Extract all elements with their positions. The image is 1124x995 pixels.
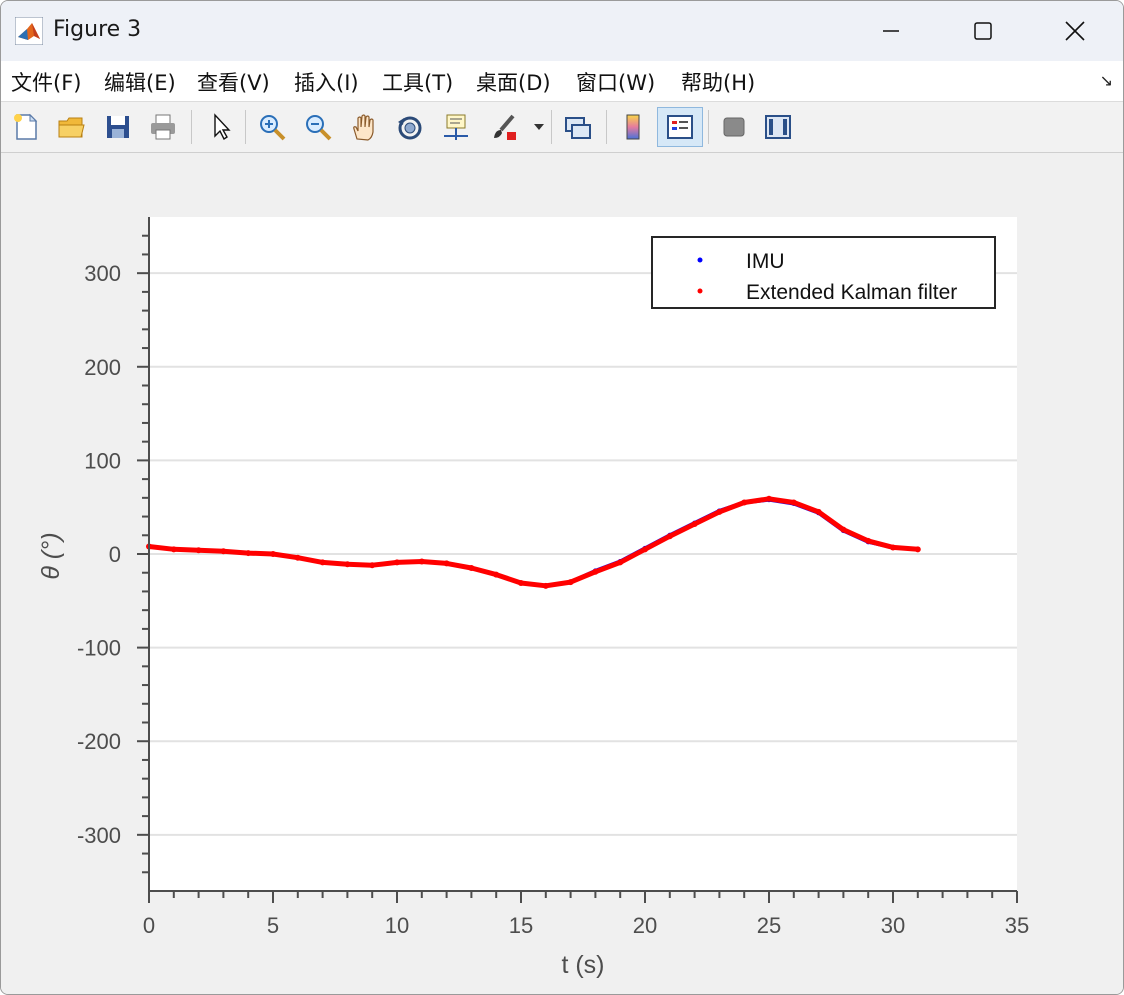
y-tick-label: 100 xyxy=(84,448,121,473)
x-tick-label: 15 xyxy=(509,913,533,938)
link-plot-icon[interactable] xyxy=(559,108,597,146)
menu-insert[interactable]: 插入(I) xyxy=(294,67,359,97)
title-bar: Figure 3 xyxy=(1,1,1123,61)
data-point xyxy=(617,559,624,566)
y-tick-label: 200 xyxy=(84,355,121,380)
maximize-icon xyxy=(974,22,992,40)
dock-arrow-icon[interactable]: ↘ xyxy=(1100,71,1113,90)
data-point xyxy=(890,544,896,551)
menu-file[interactable]: 文件(F) xyxy=(11,67,81,97)
y-tick-label: -100 xyxy=(77,636,121,661)
menu-desktop[interactable]: 桌面(D) xyxy=(476,67,551,97)
open-folder-icon[interactable] xyxy=(52,108,90,146)
data-point xyxy=(840,526,847,533)
data-point xyxy=(592,568,599,575)
data-point xyxy=(666,533,673,540)
maximize-button[interactable] xyxy=(937,1,1029,61)
data-point xyxy=(369,562,376,569)
minimize-button[interactable] xyxy=(845,1,937,61)
data-point xyxy=(294,554,301,561)
close-button[interactable] xyxy=(1029,1,1121,61)
data-point xyxy=(865,537,872,544)
hide-plot-tools-icon[interactable] xyxy=(715,108,753,146)
legend-icon[interactable] xyxy=(657,107,703,147)
close-icon xyxy=(1065,21,1085,41)
chart[interactable]: -300 -200 -100 0 100 200 300 0 5 10 15 20 25 30 35 t (s… xyxy=(1,153,1123,994)
data-point xyxy=(220,548,227,555)
data-point xyxy=(394,559,400,566)
data-point xyxy=(642,546,648,553)
data-point xyxy=(741,499,748,506)
data-point xyxy=(418,558,425,565)
y-axis-label: θ (°) xyxy=(37,532,65,579)
data-point xyxy=(344,561,351,568)
y-tick-label: 0 xyxy=(109,542,121,567)
menu-bar: 文件(F) 编辑(E) 查看(V) 插入(I) 工具(T) 桌面(D) 窗口(W… xyxy=(1,61,1123,102)
legend-marker xyxy=(697,257,703,263)
data-point xyxy=(195,547,202,554)
figure-canvas-area: -300 -200 -100 0 100 200 300 0 5 10 15 20 25 30 35 t (s… xyxy=(1,153,1123,994)
legend-marker xyxy=(697,288,703,294)
data-cursor-icon[interactable] xyxy=(437,108,475,146)
zoom-in-icon[interactable] xyxy=(253,108,291,146)
rotate-3d-icon[interactable] xyxy=(391,108,429,146)
save-icon[interactable] xyxy=(99,108,137,146)
data-point xyxy=(443,560,450,567)
data-point xyxy=(468,565,475,572)
y-tick-label: -200 xyxy=(77,729,121,754)
figure-toolbar xyxy=(1,102,1123,153)
data-point xyxy=(270,551,276,557)
minimize-icon xyxy=(883,30,899,32)
data-point xyxy=(815,508,822,515)
x-tick-label: 0 xyxy=(143,913,155,938)
y-tick-label: 300 xyxy=(84,261,121,286)
menu-window[interactable]: 窗口(W) xyxy=(576,67,655,97)
brush-icon[interactable] xyxy=(485,108,523,146)
x-tick-label: 20 xyxy=(633,913,657,938)
data-point xyxy=(245,550,252,557)
show-plot-tools-icon[interactable] xyxy=(759,108,797,146)
data-point xyxy=(766,495,772,502)
x-axis-label: t (s) xyxy=(561,951,604,979)
print-icon[interactable] xyxy=(144,108,182,146)
data-point xyxy=(914,546,921,553)
x-tick-label: 30 xyxy=(881,913,905,938)
y-tick-label: -300 xyxy=(77,823,121,848)
menu-edit[interactable]: 编辑(E) xyxy=(104,67,176,97)
data-point xyxy=(170,546,177,553)
pan-hand-icon[interactable] xyxy=(345,108,383,146)
data-point xyxy=(518,580,524,587)
data-point xyxy=(493,571,500,578)
data-point xyxy=(716,508,723,515)
data-point xyxy=(542,582,549,589)
new-figure-icon[interactable] xyxy=(7,108,45,146)
data-point xyxy=(567,579,574,586)
data-point xyxy=(790,499,797,506)
matlab-logo-icon xyxy=(15,17,43,45)
menu-help[interactable]: 帮助(H) xyxy=(681,67,755,97)
x-tick-label: 35 xyxy=(1005,913,1029,938)
zoom-out-icon[interactable] xyxy=(299,108,337,146)
colorbar-icon[interactable] xyxy=(614,108,652,146)
legend-entry-label: Extended Kalman filter xyxy=(746,281,957,304)
data-point xyxy=(319,559,326,566)
menu-tools[interactable]: 工具(T) xyxy=(382,67,453,97)
figure-window: Figure 3 文件(F) 编辑(E) 查看(V) 插入(I) 工具(T) 桌… xyxy=(0,0,1124,995)
brush-dropdown-icon[interactable] xyxy=(533,122,545,132)
menu-view[interactable]: 查看(V) xyxy=(197,67,270,97)
data-point xyxy=(691,521,698,528)
x-tick-label: 25 xyxy=(757,913,781,938)
legend: IMU Extended Kalman filter xyxy=(651,236,996,309)
x-tick-label: 10 xyxy=(385,913,409,938)
x-tick-label: 5 xyxy=(267,913,279,938)
legend-entry-label: IMU xyxy=(746,250,785,273)
pointer-icon[interactable] xyxy=(201,108,239,146)
window-title: Figure 3 xyxy=(53,17,142,42)
